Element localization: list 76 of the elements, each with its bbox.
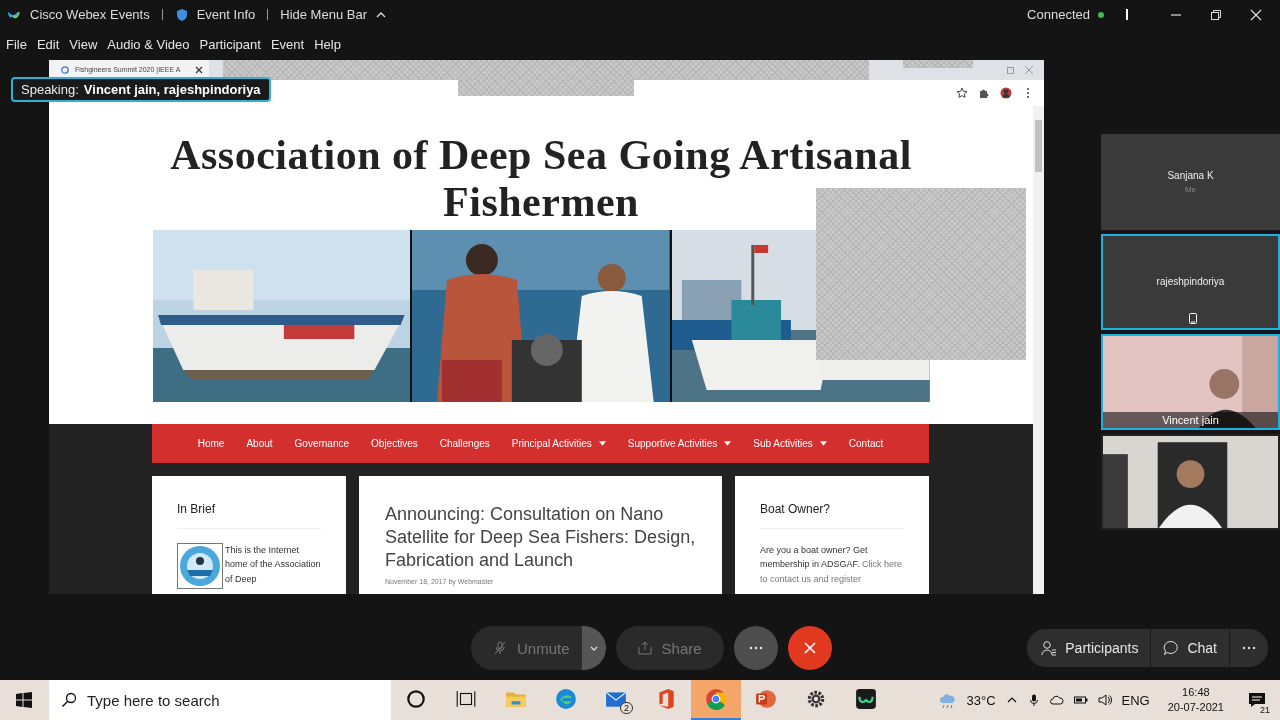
post-headline[interactable]: Announcing: Consultation on Nano Satellite for Deep Sea Fishers: Design, Fabrication and Launch [385,502,696,572]
dropdown-caret-icon[interactable] [598,440,606,446]
meeting-app-icon [855,688,877,710]
menu-item[interactable]: Event [270,37,305,53]
nav-link[interactable]: Challenges [439,437,490,449]
site-title: Association of Deep Sea Going Artisanal Fishermen [169,131,913,226]
nav-link[interactable]: Sub Activities [753,437,813,449]
star-icon[interactable] [956,86,968,99]
chat-bubble-icon [1163,640,1180,657]
participant-tile[interactable]: Sanjana K Me [1101,133,1280,230]
participant-note: Me [1184,184,1197,194]
speaker-names: Vincent jain, rajeshpindoriya [83,81,261,97]
person-list-icon [1041,640,1058,657]
input-language[interactable]: ENG [1121,692,1150,708]
windows-start-icon[interactable] [16,692,32,708]
nav-link[interactable]: Supportive Activities [627,437,718,449]
close-icon [802,641,817,656]
boat-owner-text: Are you a boat owner? Get membership in ADSGAF. Click here to contact us and register [760,543,904,586]
share-icon [637,641,652,656]
menu-item[interactable]: File [6,37,27,53]
nav-link[interactable]: Principal Activities [511,437,592,449]
menu-item[interactable]: Help [314,37,341,53]
participant-name: rajeshpindoriya [1156,276,1225,288]
menu-item[interactable]: View [69,37,98,53]
scrollbar[interactable] [1033,105,1044,594]
nav-link[interactable]: Home [197,437,225,449]
hide-menu-bar-button[interactable]: Hide Menu Bar [280,7,367,23]
nav-link[interactable]: Objectives [371,437,418,449]
restore-icon[interactable] [1210,8,1222,21]
circle-icon [405,688,427,710]
brief-text: This is the Internet home of the Association of Deep [225,543,321,586]
menu-item[interactable]: Participant [199,37,261,53]
masked-area [903,59,973,68]
participant-tile[interactable]: Vincent jain [1101,333,1280,430]
notification-badge: 2 [620,702,633,714]
weather-icon [938,691,957,709]
taskbar-search-field[interactable]: Type here to search [49,680,391,720]
participant-name: Sanjana K [1167,169,1214,181]
microphone-icon[interactable] [1027,694,1040,706]
edge-icon [61,65,69,74]
nav-link[interactable]: Governance [294,437,350,449]
menu-item[interactable]: Edit [36,37,60,53]
battery-icon[interactable] [1073,693,1088,707]
card-heading: In Brief [177,501,216,516]
temperature[interactable]: 33°C [966,692,996,708]
speaker-icon[interactable] [1097,693,1112,707]
chrome-browser-icon [705,688,727,710]
notification-count: 21 [1258,705,1272,715]
clock-date[interactable]: 20-07-2021 [1167,700,1224,715]
dropdown-caret-icon[interactable] [819,440,827,446]
muted-microphone-icon [493,641,507,656]
app-name: Cisco Webex Events [30,7,150,23]
search-icon [61,692,77,708]
event-info-button[interactable]: Event Info [196,7,256,23]
shield-icon [174,7,189,22]
notifications-icon[interactable] [1248,691,1266,709]
presentation-app-icon [755,688,777,710]
participant-tile[interactable]: rajeshpindoriya [1101,233,1280,330]
association-logo-icon [177,542,223,589]
audio-options-button[interactable] [581,626,606,671]
participant-name: Vincent jain [1103,411,1278,428]
taskbar-mail-button[interactable]: 2 [591,680,641,720]
close-icon[interactable] [195,65,203,74]
task-view-icon [455,688,477,710]
clock-time[interactable]: 16:48 [1182,685,1210,700]
edge-browser-icon [555,688,577,710]
avatar-icon[interactable] [1000,86,1012,99]
nav-link[interactable]: About [246,437,273,449]
dropdown-caret-icon[interactable] [724,440,732,446]
connection-status: Connected [1027,7,1090,23]
cloud-icon[interactable] [1049,693,1064,707]
card-heading: Boat Owner? [760,501,832,516]
settings-icon [805,688,827,710]
nav-link[interactable]: Contact [848,437,884,449]
menu-item[interactable]: Audio & Video [107,37,190,53]
speaking-label: Speaking: [21,81,79,97]
